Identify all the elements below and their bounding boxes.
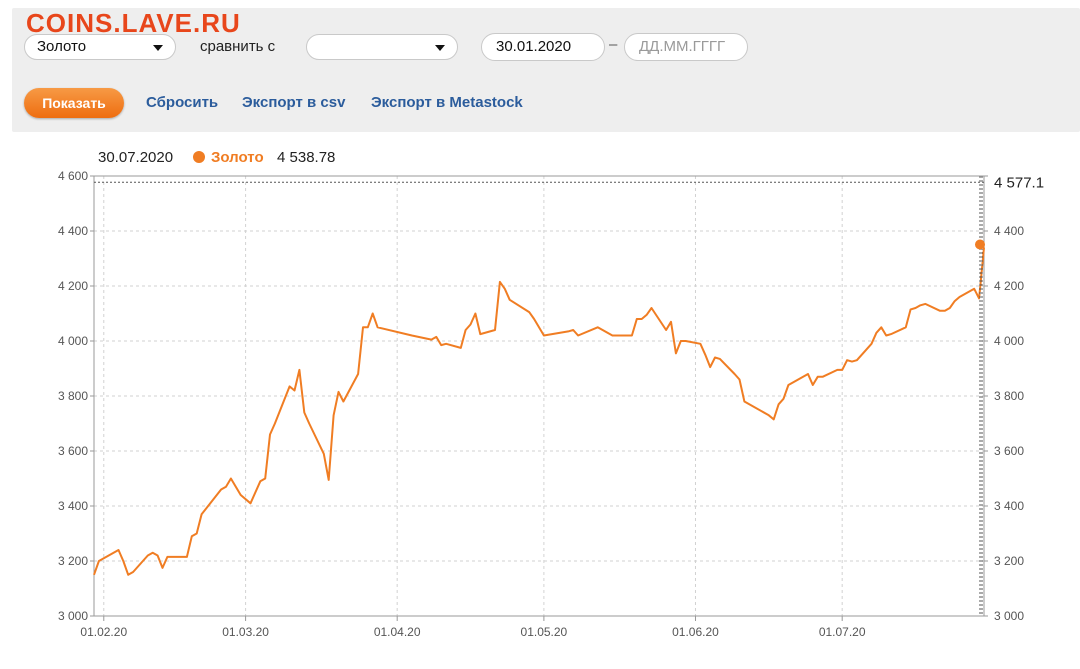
y-tick-label-right: 4 200	[994, 279, 1024, 293]
export-csv-link[interactable]: Экспорт в csv	[242, 94, 345, 111]
chart-series: 4 577.1	[93, 174, 1044, 616]
x-tick-label: 01.02.20	[80, 625, 127, 639]
y-tick-label-right: 3 000	[994, 609, 1024, 623]
x-tick-label: 01.06.20	[672, 625, 719, 639]
reset-link[interactable]: Сбросить	[146, 94, 218, 111]
chevron-down-icon	[435, 45, 445, 51]
x-tick-label: 01.03.20	[222, 625, 269, 639]
date-separator: –	[609, 36, 618, 53]
gold-price-line	[93, 247, 985, 576]
y-tick-label-left: 4 000	[58, 334, 88, 348]
y-tick-label-right: 4 000	[994, 334, 1024, 348]
y-tick-label-left: 3 200	[58, 554, 88, 568]
y-tick-label-left: 3 600	[58, 444, 88, 458]
y-tick-label-right: 3 400	[994, 499, 1024, 513]
instrument-select-value: Золото	[37, 38, 87, 55]
legend-date: 30.07.2020	[98, 149, 173, 166]
y-tick-label-left: 4 400	[58, 224, 88, 238]
x-tick-label: 01.04.20	[374, 625, 421, 639]
last-value-label: 4 577.1	[994, 174, 1044, 191]
chevron-down-icon	[153, 45, 163, 51]
y-tick-label-left: 3 800	[58, 389, 88, 403]
chart-legend: 30.07.2020 Золото 4 538.78	[98, 149, 335, 166]
compare-label: сравнить с	[200, 38, 276, 55]
y-tick-label-left: 3 000	[58, 609, 88, 623]
x-tick-label: 01.05.20	[521, 625, 568, 639]
compare-select[interactable]	[306, 34, 458, 60]
legend-marker	[193, 151, 205, 163]
x-tick-label: 01.07.20	[819, 625, 866, 639]
y-tick-label-left: 4 600	[58, 169, 88, 183]
date-to-input[interactable]: ДД.ММ.ГГГГ	[624, 33, 748, 61]
y-tick-label-left: 4 200	[58, 279, 88, 293]
y-tick-label-right: 4 400	[994, 224, 1024, 238]
export-metastock-link[interactable]: Экспорт в Metastock	[371, 94, 523, 111]
show-button[interactable]: Показать	[24, 88, 124, 118]
current-point-marker	[975, 239, 985, 250]
price-chart[interactable]: 30.07.2020 Золото 4 538.78 3 000 3 000 3 2…	[0, 140, 1080, 664]
chart-axes: 3 000 3 000 3 200 3 200 3 400 3 400 3 600 3 600…	[58, 169, 1024, 639]
legend-series-name: Золото	[211, 149, 264, 166]
y-tick-label-right: 3 800	[994, 389, 1024, 403]
y-tick-label-right: 3 200	[994, 554, 1024, 568]
chart-area: 30.07.2020 Золото 4 538.78 3 000 3 000 3 2…	[0, 140, 1080, 664]
legend-value: 4 538.78	[277, 149, 335, 166]
y-tick-label-left: 3 400	[58, 499, 88, 513]
y-tick-label-right: 3 600	[994, 444, 1024, 458]
instrument-select[interactable]: Золото	[24, 34, 176, 60]
date-from-input[interactable]: 30.01.2020	[481, 33, 605, 61]
chart-grid	[94, 175, 984, 617]
